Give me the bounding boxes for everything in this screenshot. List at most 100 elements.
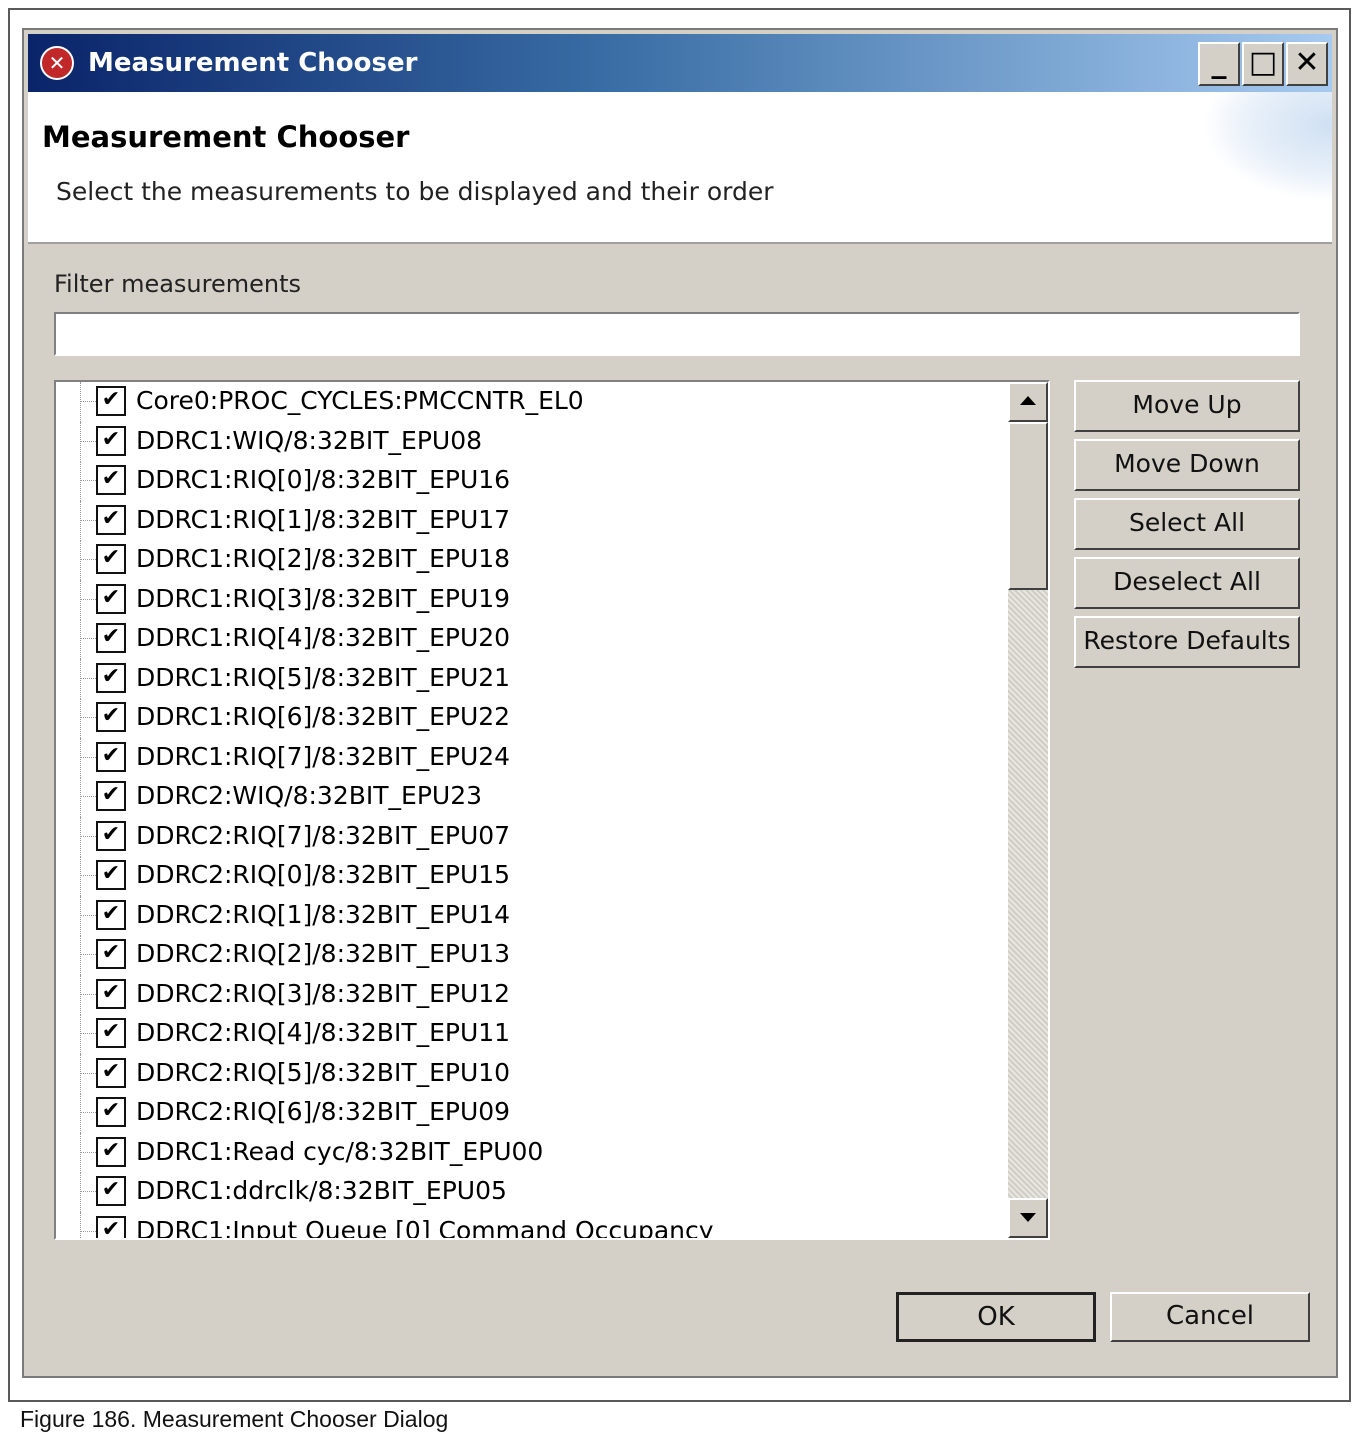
measurement-checkbox[interactable]: ✔ — [96, 544, 126, 574]
tree-connector — [80, 974, 81, 1015]
filter-label: Filter measurements — [54, 270, 302, 298]
tree-connector — [80, 1151, 96, 1153]
list-item[interactable]: ✔ DDRC1:RIQ[3]/8:32BIT_EPU19 — [56, 579, 1006, 620]
list-item[interactable]: ✔ DDRC2:RIQ[0]/8:32BIT_EPU15 — [56, 856, 1006, 896]
tree-connector — [80, 559, 96, 560]
list-item[interactable]: ✔ DDRC2:RIQ[5]/8:32BIT_EPU10 — [56, 1053, 1006, 1094]
list-item[interactable]: ✔ DDRC1:Input Queue [0] Command Occupancy — [56, 1211, 1006, 1240]
ok-button[interactable]: OK — [896, 1292, 1096, 1342]
list-item[interactable]: ✔ DDRC2:RIQ[1]/8:32BIT_EPU14 — [56, 895, 1006, 936]
arrow-up-icon — [1020, 396, 1036, 405]
list-item[interactable]: ✔ DDRC2:WIQ/8:32BIT_EPU23 — [56, 777, 1006, 817]
tree-connector — [80, 500, 81, 541]
list-item[interactable]: ✔ DDRC1:Read cyc/8:32BIT_EPU00 — [56, 1132, 1006, 1173]
scroll-down-button[interactable] — [1008, 1198, 1048, 1238]
select-all-button[interactable]: Select All — [1074, 498, 1300, 550]
measurement-checkbox[interactable]: ✔ — [96, 741, 126, 772]
measurement-checkbox[interactable]: ✔ — [96, 820, 126, 851]
tree-connector — [80, 1072, 96, 1074]
deselect-all-button[interactable]: Deselect All — [1074, 557, 1300, 609]
measurement-checkbox[interactable]: ✔ — [96, 583, 126, 614]
measurement-label: DDRC2:WIQ/8:32BIT_EPU23 — [136, 781, 483, 810]
title-bar[interactable]: ✕ Measurement Chooser _ □ ✕ — [28, 34, 1332, 92]
measurement-checkbox[interactable]: ✔ — [96, 781, 126, 811]
list-item[interactable]: ✔ DDRC1:ddrclk/8:32BIT_EPU05 — [56, 1172, 1006, 1212]
restore-defaults-button[interactable]: Restore Defaults — [1074, 616, 1300, 668]
tree-connector — [80, 461, 81, 501]
list-item[interactable]: ✔ DDRC1:RIQ[1]/8:32BIT_EPU17 — [56, 500, 1006, 541]
measurement-checkbox[interactable]: ✔ — [96, 1097, 126, 1127]
measurement-checkbox[interactable]: ✔ — [96, 1176, 126, 1206]
filter-input[interactable] — [54, 312, 1300, 356]
measurement-checkbox[interactable]: ✔ — [96, 425, 126, 456]
measurement-checkbox[interactable]: ✔ — [96, 623, 126, 653]
move-down-button[interactable]: Move Down — [1074, 439, 1300, 491]
measurement-label: DDRC1:ddrclk/8:32BIT_EPU05 — [136, 1176, 507, 1205]
list-item[interactable]: ✔ Core0:PROC_CYCLES:PMCCNTR_EL0 — [56, 382, 1006, 422]
tree-connector — [80, 421, 81, 462]
measurement-checkbox[interactable]: ✔ — [96, 662, 126, 693]
measurement-label: DDRC1:RIQ[3]/8:32BIT_EPU19 — [136, 583, 511, 613]
list-item[interactable]: ✔ DDRC1:RIQ[4]/8:32BIT_EPU20 — [56, 619, 1006, 659]
measurement-checkbox[interactable]: ✔ — [96, 504, 126, 535]
cancel-button[interactable]: Cancel — [1110, 1292, 1310, 1342]
measurement-label: DDRC2:RIQ[2]/8:32BIT_EPU13 — [136, 939, 511, 968]
tree-connector — [80, 677, 96, 679]
list-item[interactable]: ✔ DDRC1:RIQ[2]/8:32BIT_EPU18 — [56, 540, 1006, 580]
list-item[interactable]: ✔ DDRC2:RIQ[4]/8:32BIT_EPU11 — [56, 1014, 1006, 1054]
measurement-checkbox[interactable]: ✔ — [96, 860, 126, 890]
measurement-chooser-dialog: ✕ Measurement Chooser _ □ ✕ Measurement … — [22, 28, 1338, 1378]
figure-caption: Figure 186. Measurement Chooser Dialog — [20, 1406, 449, 1432]
scroll-thumb[interactable] — [1008, 422, 1048, 590]
tree-connector — [80, 1014, 81, 1054]
measurement-label: DDRC2:RIQ[0]/8:32BIT_EPU15 — [136, 860, 511, 889]
measurement-label: DDRC2:RIQ[3]/8:32BIT_EPU12 — [136, 978, 511, 1008]
tree-connector — [80, 737, 81, 778]
measurement-label: DDRC1:Read cyc/8:32BIT_EPU00 — [136, 1136, 544, 1166]
measurement-label: DDRC1:Input Queue [0] Command Occupancy — [136, 1215, 714, 1240]
list-item[interactable]: ✔ DDRC1:RIQ[6]/8:32BIT_EPU22 — [56, 698, 1006, 738]
tree-connector — [80, 1230, 96, 1232]
minimize-button[interactable]: _ — [1198, 42, 1240, 86]
measurement-checkbox[interactable]: ✔ — [96, 465, 126, 495]
measurement-label: DDRC1:RIQ[5]/8:32BIT_EPU21 — [136, 662, 511, 692]
tree-connector — [80, 440, 96, 442]
tree-connector — [80, 1211, 81, 1238]
measurement-checkbox[interactable]: ✔ — [96, 1136, 126, 1167]
measurement-checkbox[interactable]: ✔ — [96, 386, 126, 416]
maximize-button[interactable]: □ — [1242, 42, 1284, 86]
window-title: Measurement Chooser — [88, 48, 418, 78]
measurement-label: Core0:PROC_CYCLES:PMCCNTR_EL0 — [136, 386, 584, 415]
list-item[interactable]: ✔ DDRC2:RIQ[2]/8:32BIT_EPU13 — [56, 935, 1006, 975]
tree-connector — [80, 401, 96, 402]
tree-connector — [80, 796, 96, 797]
tree-connector — [80, 777, 81, 817]
measurement-checkbox[interactable]: ✔ — [96, 939, 126, 969]
measurement-label: DDRC2:RIQ[7]/8:32BIT_EPU07 — [136, 820, 511, 850]
measurement-checkbox[interactable]: ✔ — [96, 1018, 126, 1048]
tree-connector — [80, 1191, 96, 1192]
list-item[interactable]: ✔ DDRC1:RIQ[0]/8:32BIT_EPU16 — [56, 461, 1006, 501]
list-item[interactable]: ✔ DDRC2:RIQ[3]/8:32BIT_EPU12 — [56, 974, 1006, 1015]
measurement-checkbox[interactable]: ✔ — [96, 1215, 126, 1238]
move-up-button[interactable]: Move Up — [1074, 380, 1300, 432]
list-item[interactable]: ✔ DDRC2:RIQ[7]/8:32BIT_EPU07 — [56, 816, 1006, 857]
measurement-checkbox[interactable]: ✔ — [96, 1057, 126, 1088]
vertical-scrollbar[interactable] — [1008, 382, 1048, 1238]
tree-connector — [80, 598, 96, 600]
measurement-label: DDRC1:RIQ[4]/8:32BIT_EPU20 — [136, 623, 511, 652]
list-item[interactable]: ✔ DDRC1:WIQ/8:32BIT_EPU08 — [56, 421, 1006, 462]
list-item[interactable]: ✔ DDRC2:RIQ[6]/8:32BIT_EPU09 — [56, 1093, 1006, 1133]
arrow-down-icon — [1020, 1213, 1036, 1222]
scroll-up-button[interactable] — [1008, 382, 1048, 422]
dialog-header: Measurement Chooser Select the measureme… — [28, 92, 1332, 244]
tree-connector — [80, 895, 81, 936]
list-item[interactable]: ✔ DDRC1:RIQ[7]/8:32BIT_EPU24 — [56, 737, 1006, 778]
tree-connector — [80, 382, 81, 422]
close-button[interactable]: ✕ — [1286, 42, 1328, 86]
measurement-checkbox[interactable]: ✔ — [96, 978, 126, 1009]
list-item[interactable]: ✔ DDRC1:RIQ[5]/8:32BIT_EPU21 — [56, 658, 1006, 699]
tree-connector — [80, 756, 96, 758]
measurement-checkbox[interactable]: ✔ — [96, 899, 126, 930]
measurement-checkbox[interactable]: ✔ — [96, 702, 126, 732]
